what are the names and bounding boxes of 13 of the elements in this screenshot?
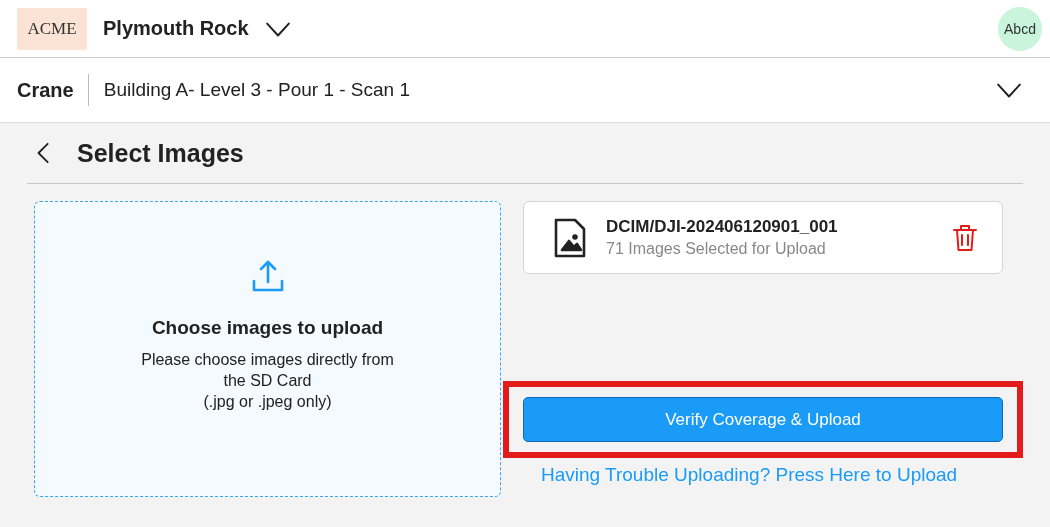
image-file-icon: [552, 216, 588, 259]
trash-icon[interactable]: [952, 223, 978, 252]
user-avatar[interactable]: Abcd: [998, 6, 1042, 51]
upload-dropzone[interactable]: Choose images to upload Please choose images directly from the SD Card (.jpg or .jpeg only): [34, 201, 501, 497]
equipment-label: Crane: [17, 74, 89, 106]
image-count: 71 Images Selected for Upload: [606, 240, 827, 258]
page-title: Select Images: [77, 138, 244, 168]
dropzone-instructions: Please choose images directly from the SD Card (.jpg or .jpeg only): [141, 349, 394, 412]
dropzone-title: Choose images to upload: [151, 316, 384, 339]
project-name[interactable]: Plymouth Rock: [103, 17, 249, 40]
company-logo: ACME: [17, 7, 87, 50]
folder-path: DCIM/DJI-202406120901_001: [606, 217, 839, 237]
scan-name[interactable]: Building A- Level 3 - Pour 1 - Scan 1: [103, 79, 410, 101]
